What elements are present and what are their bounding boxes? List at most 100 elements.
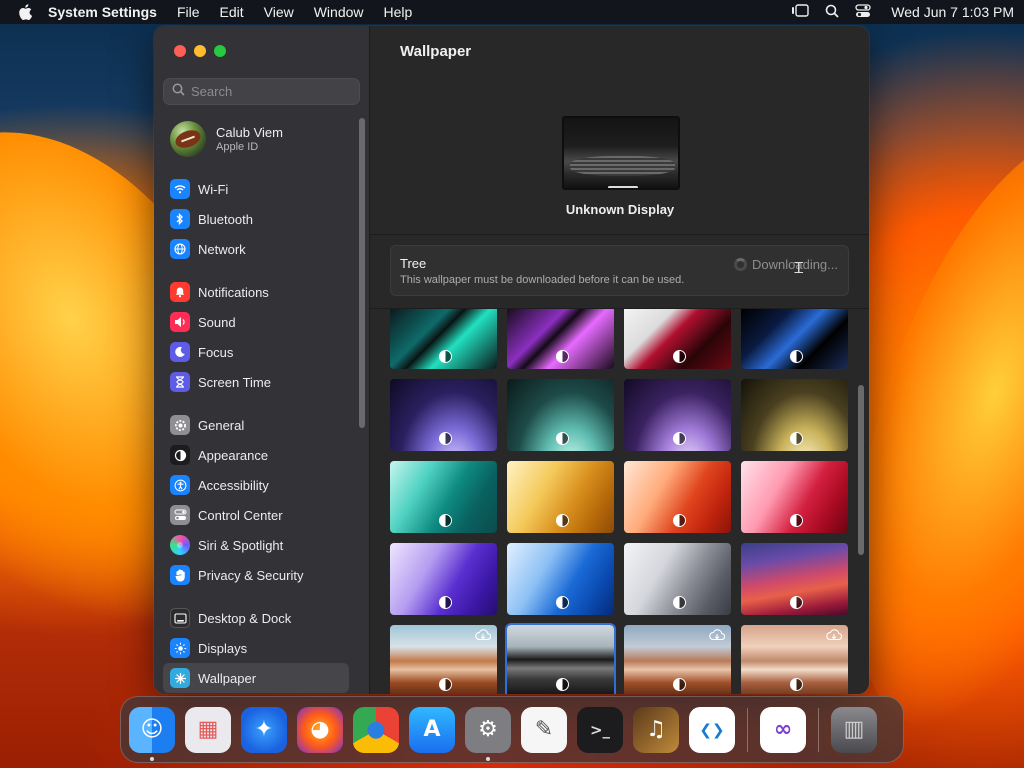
sidebar-item-control-center[interactable]: Control Center (163, 500, 349, 530)
wallpaper-thumbnail-imac-green[interactable] (390, 461, 497, 533)
sidebar-group-notifications: Notifications Sound Focus Screen Time (163, 277, 349, 397)
sidebar-item-general[interactable]: General (163, 410, 349, 440)
dynamic-wallpaper-icon (556, 596, 569, 609)
wallpaper-thumbnail-big-sur[interactable] (741, 543, 848, 615)
wallpaper-description: This wallpaper must be downloaded before… (400, 274, 685, 286)
cloud-download-icon[interactable] (826, 629, 843, 644)
sidebar-item-label: Wallpaper (198, 670, 257, 686)
wallpaper-thumbnail-sonoma-gold[interactable] (741, 379, 848, 451)
visual-studio-icon[interactable]: ∞ (760, 706, 806, 753)
menu-window[interactable]: Window (314, 4, 364, 20)
sidebar-item-sound[interactable]: Sound (163, 307, 349, 337)
sidebar-item-notifications[interactable]: Notifications (163, 277, 349, 307)
wallpaper-thumbnail-monterey-rocks[interactable] (390, 625, 497, 694)
spotlight-search-icon[interactable] (825, 4, 839, 21)
dynamic-wallpaper-icon (439, 596, 452, 609)
sidebar-item-siri-spotlight[interactable]: Siri & Spotlight (163, 530, 349, 560)
sidebar-item-wallpaper[interactable]: Wallpaper (163, 663, 349, 693)
bell-icon (170, 282, 190, 302)
menu-file[interactable]: File (177, 4, 200, 20)
menu-help[interactable]: Help (384, 4, 413, 20)
sidebar-item-displays[interactable]: Displays (163, 633, 349, 663)
apple-menu-icon[interactable] (18, 4, 32, 20)
menu-view[interactable]: View (264, 4, 294, 20)
stage-manager-icon[interactable] (791, 3, 809, 21)
launchpad-icon[interactable]: ▦ (185, 706, 231, 753)
sidebar-item-label: Appearance (198, 447, 269, 463)
display-preview[interactable] (562, 116, 680, 190)
dynamic-wallpaper-icon (790, 514, 803, 527)
toggles-icon (170, 505, 190, 525)
zoom-window-button[interactable] (214, 45, 226, 57)
wallpaper-thumbnail-green-spectrum[interactable] (390, 309, 497, 369)
wallpaper-thumbnail-valley[interactable] (624, 625, 731, 694)
minimize-window-button[interactable] (194, 45, 206, 57)
dock-icon (170, 608, 190, 628)
wallpaper-thumbnail-sonoma-violet[interactable] (390, 379, 497, 451)
wallpaper-thumbnail-imac-silver[interactable] (624, 543, 731, 615)
wallpaper-thumbnail-imac-blue[interactable] (507, 543, 614, 615)
sidebar-item-label: Notifications (198, 284, 269, 300)
window-controls (174, 45, 226, 57)
wallpaper-thumbnail-imac-orange[interactable] (624, 461, 731, 533)
menu-edit[interactable]: Edit (220, 4, 244, 20)
dynamic-wallpaper-icon (673, 514, 686, 527)
sidebar-item-appearance[interactable]: Appearance (163, 440, 349, 470)
sidebar-item-label: Accessibility (198, 477, 269, 493)
dynamic-wallpaper-icon (673, 350, 686, 363)
wallpaper-pane: Wallpaper Unknown Display Tree This wall… (370, 26, 869, 694)
sidebar-item-bluetooth[interactable]: Bluetooth (163, 204, 349, 234)
close-window-button[interactable] (174, 45, 186, 57)
settings-gear-icon[interactable]: ⚙ (465, 706, 511, 761)
dynamic-wallpaper-icon (790, 432, 803, 445)
sidebar-item-network[interactable]: Network (163, 234, 349, 264)
sidebar-item-label: Privacy & Security (198, 567, 304, 583)
terminal-icon[interactable]: >_ (577, 706, 623, 753)
sidebar-item-label: Network (198, 241, 246, 257)
sidebar-item-screen-time[interactable]: Screen Time (163, 367, 349, 397)
wallpaper-grid-scrollbar[interactable] (858, 385, 864, 555)
sidebar-item-label: Wi-Fi (198, 181, 229, 197)
wallpaper-icon (170, 668, 190, 688)
instruments-icon[interactable]: ♫ (633, 706, 679, 753)
sidebar-item-wifi[interactable]: Wi-Fi (163, 174, 349, 204)
chrome-icon[interactable]: ● (353, 706, 399, 753)
wallpaper-thumbnail-dome[interactable] (741, 625, 848, 694)
wallpaper-thumbnail-sonoma-lavender[interactable] (624, 379, 731, 451)
search-input[interactable] (191, 84, 351, 99)
wallpaper-thumbnail-tree[interactable] (505, 623, 616, 694)
cloud-download-icon[interactable] (475, 629, 492, 644)
safari-icon[interactable]: ✦ (241, 706, 287, 753)
page-title: Wallpaper (400, 43, 472, 60)
sidebar-search[interactable] (163, 78, 360, 105)
apple-id-account[interactable]: Calub Viem Apple ID (170, 121, 283, 157)
dynamic-wallpaper-icon (439, 350, 452, 363)
wallpaper-thumbnail-imac-yellow[interactable] (507, 461, 614, 533)
finder-icon[interactable]: ☺ (129, 706, 175, 761)
wallpaper-thumbnail-blue-fold[interactable] (741, 309, 848, 369)
sidebar-item-accessibility[interactable]: Accessibility (163, 470, 349, 500)
wallpaper-thumbnail-imac-purple[interactable] (390, 543, 497, 615)
wifi-icon (170, 179, 190, 199)
sidebar-item-desktop-dock[interactable]: Desktop & Dock (163, 603, 349, 633)
dynamic-wallpaper-icon (790, 350, 803, 363)
cloud-download-icon[interactable] (709, 629, 726, 644)
firefox-icon[interactable]: ◕ (297, 706, 343, 753)
app-store-icon[interactable]: A (409, 706, 455, 753)
wallpaper-thumbnail-imac-pink[interactable] (741, 461, 848, 533)
dynamic-wallpaper-icon (556, 678, 569, 691)
trash-icon[interactable]: ▥ (831, 706, 877, 753)
menu-clock[interactable]: Wed Jun 7 1:03 PM (891, 4, 1014, 20)
sidebar-scrollbar[interactable] (359, 118, 365, 428)
wallpaper-thumbnail-sonoma-teal[interactable] (507, 379, 614, 451)
textedit-icon[interactable]: ✎ (521, 706, 567, 753)
control-center-icon[interactable] (855, 3, 871, 21)
siri-icon (170, 535, 190, 555)
dynamic-wallpaper-icon (790, 596, 803, 609)
wallpaper-thumbnail-red-fold[interactable] (624, 309, 731, 369)
vscode-icon[interactable]: ❮❯ (689, 706, 735, 753)
sidebar-item-privacy-security[interactable]: Privacy & Security (163, 560, 349, 590)
wallpaper-thumbnail-purple-spectrum[interactable] (507, 309, 614, 369)
sidebar-item-focus[interactable]: Focus (163, 337, 349, 367)
menu-app-name[interactable]: System Settings (48, 4, 157, 20)
